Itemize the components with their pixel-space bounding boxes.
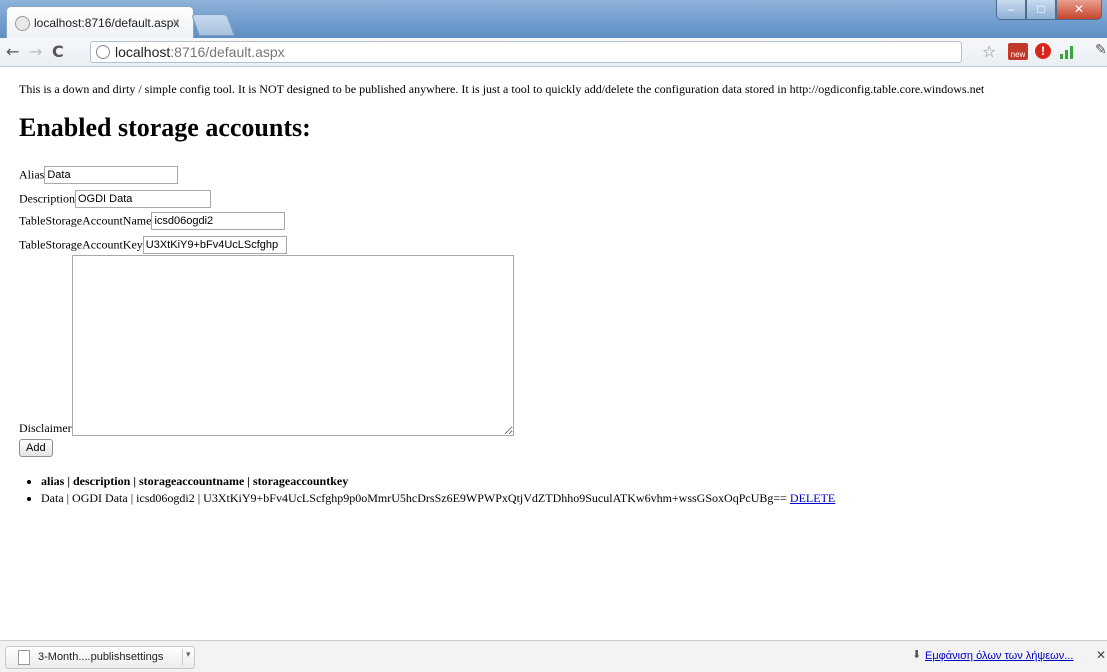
- back-arrow-icon[interactable]: ←: [6, 42, 19, 61]
- list-item: Data | OGDI Data | icsd06ogdi2 | U3XtKiY…: [41, 490, 835, 507]
- address-url: localhost:8716/default.aspx: [115, 44, 285, 60]
- bookmark-star-icon[interactable]: ☆: [982, 42, 996, 61]
- maximize-button[interactable]: □: [1026, 0, 1056, 20]
- file-icon: [18, 650, 30, 665]
- show-all-downloads-link[interactable]: Εμφάνιση όλων των λήψεων...: [925, 650, 1073, 662]
- alias-row: Alias: [19, 166, 179, 184]
- download-filename: 3-Month....publishsettings: [38, 651, 164, 663]
- account-name-row: TableStorageAccountName: [19, 212, 286, 230]
- account-key-input[interactable]: [142, 236, 287, 254]
- delete-link[interactable]: DELETE: [790, 491, 835, 505]
- extension-signal-icon[interactable]: [1060, 45, 1076, 59]
- description-input[interactable]: [75, 190, 211, 208]
- download-arrow-icon: ⬇: [912, 648, 922, 661]
- list-header: alias | description | storageaccountname…: [41, 473, 835, 490]
- download-item[interactable]: 3-Month....publishsettings ▾: [5, 646, 195, 669]
- close-downloads-icon[interactable]: ✕: [1096, 648, 1106, 662]
- page-title: Enabled storage accounts:: [19, 113, 311, 142]
- window-controls: – □ ✕: [996, 0, 1102, 20]
- page-info-icon[interactable]: [96, 45, 110, 59]
- close-window-button[interactable]: ✕: [1056, 0, 1102, 20]
- wrench-menu-icon[interactable]: ✎: [1095, 42, 1107, 58]
- alias-label: Alias: [19, 167, 45, 182]
- add-button[interactable]: Add: [19, 439, 53, 457]
- minimize-button[interactable]: –: [996, 0, 1026, 20]
- extension-new-icon[interactable]: new: [1008, 43, 1028, 60]
- browser-toolbar: ← → C localhost:8716/default.aspx ☆ new …: [0, 38, 1107, 67]
- alias-input[interactable]: [44, 166, 179, 184]
- extension-alert-icon[interactable]: !: [1035, 43, 1051, 59]
- tab-close-icon[interactable]: ×: [172, 14, 180, 29]
- intro-text: This is a down and dirty / simple config…: [19, 82, 985, 96]
- downloads-bar: 3-Month....publishsettings ▾ ⬇ Εμφάνιση …: [0, 640, 1107, 672]
- new-tab-button[interactable]: [190, 14, 236, 36]
- description-label: Description: [19, 191, 75, 206]
- browser-tab[interactable]: localhost:8716/default.aspx ×: [6, 6, 194, 39]
- account-name-input[interactable]: [151, 212, 286, 230]
- forward-arrow-icon[interactable]: →: [29, 42, 42, 61]
- disclaimer-label: Disclaimer: [19, 421, 72, 435]
- url-path: :8716/default.aspx: [170, 44, 285, 60]
- description-row: Description: [19, 190, 211, 208]
- disclaimer-textarea[interactable]: [72, 255, 514, 436]
- account-name-label: TableStorageAccountName: [19, 213, 152, 228]
- account-key-label: TableStorageAccountKey: [19, 237, 143, 252]
- account-key-row: TableStorageAccountKey: [19, 236, 287, 254]
- chevron-down-icon[interactable]: ▾: [182, 649, 191, 665]
- browser-titlebar: localhost:8716/default.aspx × – □ ✕: [0, 0, 1107, 39]
- account-row-text: Data | OGDI Data | icsd06ogdi2 | U3XtKiY…: [41, 491, 787, 505]
- accounts-list: alias | description | storageaccountname…: [19, 473, 835, 507]
- tab-title: localhost:8716/default.aspx: [34, 16, 180, 30]
- reload-icon[interactable]: C: [52, 42, 64, 61]
- address-bar[interactable]: localhost:8716/default.aspx: [90, 41, 962, 63]
- page-favicon-icon: [15, 16, 30, 31]
- url-host: localhost: [115, 44, 171, 60]
